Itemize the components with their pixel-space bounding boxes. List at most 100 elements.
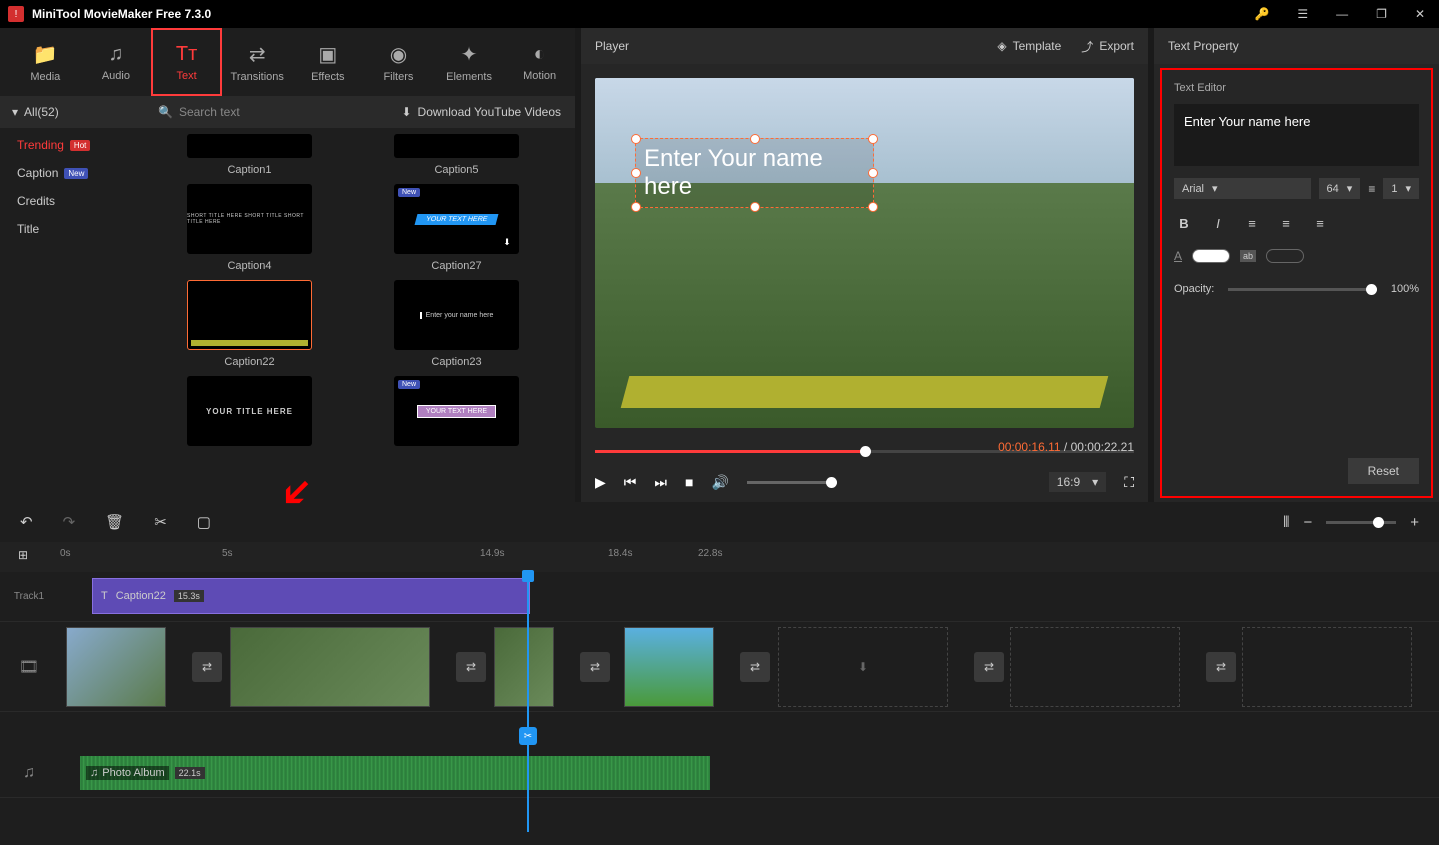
empty-slot[interactable] bbox=[1242, 627, 1412, 707]
time-total: 00:00:22.21 bbox=[1071, 440, 1134, 454]
tab-filters[interactable]: ◉Filters bbox=[363, 28, 434, 96]
play-button[interactable]: ▶ bbox=[595, 474, 606, 491]
resize-handle[interactable] bbox=[868, 202, 878, 212]
export-button[interactable]: ⤴Export bbox=[1081, 38, 1134, 55]
thumb-caption1[interactable]: Caption1 bbox=[161, 134, 338, 176]
chevron-down-icon: ▾ bbox=[12, 105, 18, 119]
next-button[interactable]: ⏭ bbox=[654, 474, 667, 491]
properties-panel: Text Property Text Editor Arial▾ 64▾ ≡ 1… bbox=[1154, 28, 1439, 502]
text-clip[interactable]: T Caption22 15.3s bbox=[92, 578, 530, 614]
stop-button[interactable]: ■ bbox=[685, 474, 693, 490]
transition-slot[interactable]: ⇄ bbox=[1206, 652, 1236, 682]
crop-button[interactable]: ▢ bbox=[197, 513, 211, 531]
font-select[interactable]: Arial▾ bbox=[1174, 178, 1311, 199]
redo-button[interactable]: ↷ bbox=[63, 513, 76, 531]
scissors-marker[interactable]: ✂ bbox=[519, 727, 537, 745]
reset-button[interactable]: Reset bbox=[1348, 458, 1419, 484]
resize-handle[interactable] bbox=[631, 202, 641, 212]
chevron-down-icon: ▾ bbox=[1405, 182, 1411, 195]
library-all[interactable]: ▾All(52) bbox=[0, 105, 148, 119]
align-left-button[interactable]: ≡ bbox=[1242, 213, 1262, 233]
video-clip[interactable] bbox=[66, 627, 166, 707]
tab-elements[interactable]: ✦Elements bbox=[434, 28, 505, 96]
search-input[interactable]: 🔍Search text bbox=[148, 105, 387, 119]
menu-icon[interactable]: ☰ bbox=[1291, 5, 1314, 23]
preview-viewport[interactable]: Enter Your name here bbox=[595, 78, 1134, 428]
audio-clip[interactable]: ♫Photo Album 22.1s bbox=[80, 756, 710, 790]
italic-button[interactable]: I bbox=[1208, 213, 1228, 233]
snap-icon[interactable]: ⫴ bbox=[1283, 514, 1289, 531]
template-button[interactable]: ◈Template bbox=[997, 38, 1061, 55]
undo-button[interactable]: ↶ bbox=[20, 513, 33, 531]
resize-handle[interactable] bbox=[868, 134, 878, 144]
transition-slot[interactable]: ⇄ bbox=[192, 652, 222, 682]
thumb-caption22[interactable]: Caption22 bbox=[161, 280, 338, 368]
resize-handle[interactable] bbox=[750, 202, 760, 212]
zoom-in-button[interactable]: + bbox=[1410, 514, 1419, 531]
opacity-slider[interactable] bbox=[1228, 288, 1377, 291]
add-track-button[interactable]: ⊞ bbox=[18, 548, 28, 562]
text-overlay[interactable]: Enter Your name here bbox=[635, 138, 874, 208]
aspect-select[interactable]: 16:9▾ bbox=[1049, 472, 1106, 492]
seek-slider[interactable]: 00:00:16.11 / 00:00:22.21 bbox=[595, 442, 1134, 462]
resize-handle[interactable] bbox=[631, 134, 641, 144]
fullscreen-button[interactable]: ⛶ bbox=[1124, 474, 1134, 491]
empty-slot[interactable] bbox=[1010, 627, 1180, 707]
resize-handle[interactable] bbox=[750, 134, 760, 144]
thumb-caption4[interactable]: SHORT TITLE HERE SHORT TITLE SHORT TITLE… bbox=[161, 184, 338, 272]
music-icon: ♫ bbox=[108, 43, 123, 66]
category-trending[interactable]: TrendingHot bbox=[17, 138, 131, 152]
transition-slot[interactable]: ⇄ bbox=[740, 652, 770, 682]
transition-slot[interactable]: ⇄ bbox=[974, 652, 1004, 682]
tab-motion[interactable]: ◐Motion bbox=[504, 28, 575, 96]
text-color-swatch[interactable] bbox=[1192, 249, 1230, 263]
highlight-color-swatch[interactable] bbox=[1266, 249, 1304, 263]
size-select[interactable]: 64▾ bbox=[1319, 178, 1361, 199]
category-credits[interactable]: Credits bbox=[17, 194, 131, 208]
delete-button[interactable]: 🗑 bbox=[105, 513, 124, 531]
thumb-caption5[interactable]: Caption5 bbox=[368, 134, 545, 176]
search-icon: 🔍 bbox=[158, 105, 173, 119]
bold-button[interactable]: B bbox=[1174, 213, 1194, 233]
transition-slot[interactable]: ⇄ bbox=[456, 652, 486, 682]
volume-icon[interactable]: 🔊 bbox=[711, 474, 728, 491]
thumb-extra1[interactable]: YOUR TITLE HERE bbox=[161, 376, 338, 446]
timeline-ruler[interactable]: ⊞ 0s 5s 14.9s 18.4s 22.8s bbox=[0, 542, 1439, 572]
text-input[interactable] bbox=[1174, 104, 1419, 166]
chevron-down-icon: ▾ bbox=[1347, 182, 1353, 195]
highlight-icon[interactable]: ab bbox=[1240, 250, 1256, 262]
playhead[interactable] bbox=[527, 572, 529, 832]
align-center-button[interactable]: ≡ bbox=[1276, 213, 1296, 233]
split-button[interactable]: ✂ bbox=[154, 513, 167, 531]
tab-text[interactable]: TᴛText bbox=[151, 28, 222, 96]
key-icon[interactable]: 🔑 bbox=[1248, 5, 1275, 23]
align-right-button[interactable]: ≡ bbox=[1310, 213, 1330, 233]
empty-slot[interactable]: ⬇ bbox=[778, 627, 948, 707]
transition-slot[interactable]: ⇄ bbox=[580, 652, 610, 682]
thumb-caption27[interactable]: NewYOUR TEXT HERE⬇Caption27 bbox=[368, 184, 545, 272]
thumb-extra2[interactable]: NewYOUR TEXT HERE bbox=[368, 376, 545, 446]
line-select[interactable]: 1▾ bbox=[1383, 178, 1419, 199]
tab-media[interactable]: 📁Media bbox=[10, 28, 81, 96]
video-clip[interactable] bbox=[624, 627, 714, 707]
close-button[interactable]: ✕ bbox=[1409, 5, 1431, 23]
zoom-out-button[interactable]: − bbox=[1303, 514, 1312, 531]
tab-audio[interactable]: ♫Audio bbox=[81, 28, 152, 96]
resize-handle[interactable] bbox=[868, 168, 878, 178]
category-caption[interactable]: CaptionNew bbox=[17, 166, 131, 180]
volume-slider[interactable] bbox=[747, 481, 837, 484]
tab-effects[interactable]: ▣Effects bbox=[293, 28, 364, 96]
prev-button[interactable]: ⏮ bbox=[624, 474, 637, 491]
zoom-slider[interactable] bbox=[1326, 521, 1396, 524]
tab-transitions[interactable]: ⇄Transitions bbox=[222, 28, 293, 96]
maximize-button[interactable]: ❐ bbox=[1370, 5, 1393, 23]
minimize-button[interactable]: — bbox=[1330, 5, 1354, 23]
download-youtube[interactable]: ⬇Download YouTube Videos bbox=[387, 105, 575, 119]
category-title[interactable]: Title bbox=[17, 222, 131, 236]
text-editor-label: Text Editor bbox=[1174, 82, 1419, 94]
video-clip[interactable] bbox=[494, 627, 554, 707]
resize-handle[interactable] bbox=[631, 168, 641, 178]
text-color-icon[interactable]: A bbox=[1174, 249, 1182, 263]
thumb-caption23[interactable]: Enter your name hereCaption23 bbox=[368, 280, 545, 368]
video-clip[interactable] bbox=[230, 627, 430, 707]
